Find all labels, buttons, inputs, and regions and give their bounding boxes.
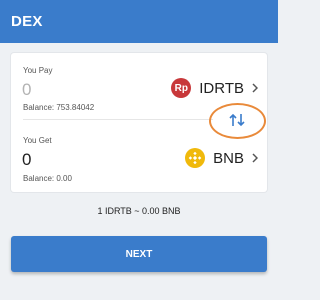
next-button-label: NEXT (125, 248, 153, 260)
exchange-rate: 1 IDRTB ~ 0.00 BNB (97, 206, 181, 216)
swap-button[interactable] (226, 113, 248, 131)
pay-token-selector[interactable]: Rp IDRTB (171, 78, 258, 98)
get-amount-input[interactable]: 0 (22, 150, 31, 170)
page-title: DEX (11, 13, 43, 30)
section-divider (23, 119, 213, 120)
app-header: DEX (0, 0, 278, 43)
get-token-symbol: BNB (213, 149, 244, 167)
get-token-selector[interactable]: BNB (185, 148, 258, 168)
pay-amount-input[interactable]: 0 (22, 80, 31, 100)
pay-token-symbol: IDRTB (199, 79, 244, 97)
pay-label: You Pay (23, 66, 53, 75)
rupiah-token-icon: Rp (171, 78, 192, 98)
swap-arrows-icon (228, 113, 246, 132)
chevron-right-icon (252, 153, 258, 163)
get-balance: Balance: 0.00 (23, 174, 72, 183)
chevron-right-icon (252, 83, 258, 93)
pay-balance: Balance: 753.84042 (23, 103, 95, 112)
next-button[interactable]: NEXT (11, 236, 267, 272)
bnb-token-icon (185, 148, 206, 168)
get-label: You Get (23, 136, 52, 145)
